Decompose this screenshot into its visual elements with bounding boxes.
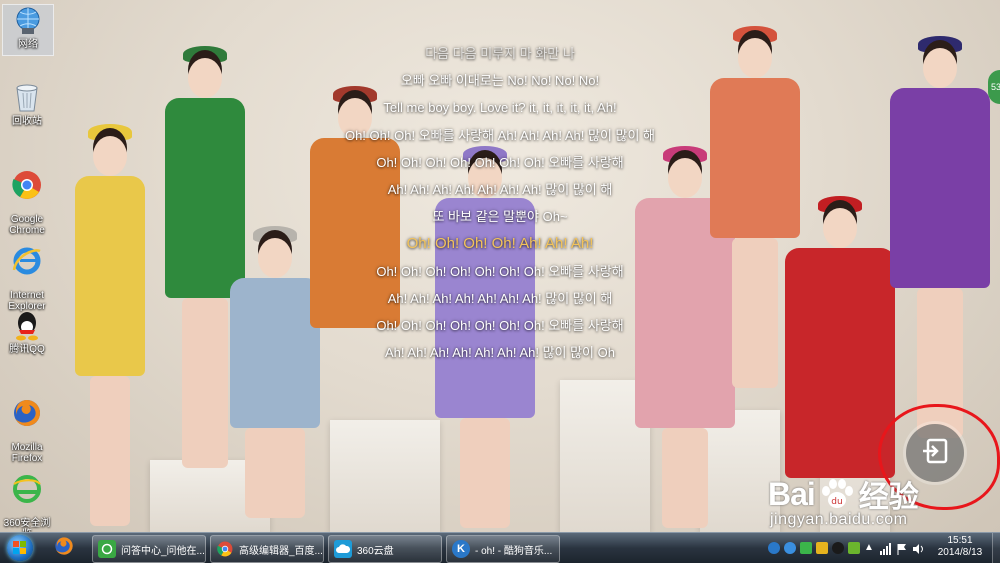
desktop-lyrics-panel[interactable]: 다음 다음 미루지 마 화만 나 오빠 오빠 이대로는 No! No! No! … [300,40,700,366]
tray-shield-icon[interactable] [816,542,828,554]
lyric-line: Ah! Ah! Ah! Ah! Ah! Ah! Ah! 많이 많이 해 [387,290,613,306]
svg-text:du: du [831,497,842,507]
desktop-icon-label: Internet Explorer [8,290,46,312]
clock-date: 2014/8/13 [937,547,983,558]
network-icon [12,5,44,37]
360-browser-icon [11,473,43,505]
baidu-paw-icon: du [817,478,857,510]
tray-nvidia-icon[interactable] [848,542,860,554]
desktop-icon-label: 腾讯QQ [9,344,45,355]
taskbar-item-360-cloud[interactable]: 360云盘 [328,535,442,563]
watermark-brand-right: 经验 [858,481,919,514]
baidu-jingyan-watermark: Bai du 经验 [768,474,919,515]
figure-violet [880,30,1000,450]
tray-kugou-icon[interactable] [768,542,780,554]
lyric-line: Ah! Ah! Ah! Ah! Ah! Ah! Ah! 많이 많이 해 [387,181,613,197]
system-tray: ▲ [768,533,928,563]
chrome-icon [11,169,43,201]
watermark-url: jingyan.baidu.com [770,511,908,528]
lyric-line: 오빠 오빠 이대로는 No! No! No! No! [400,73,600,89]
desktop-icon-qq[interactable]: 腾讯QQ [2,310,52,355]
desktop-icon-label: 网络 [18,39,38,50]
taskbar-item-label: 360云盘 [357,545,394,557]
tray-blue-icon[interactable] [784,542,796,554]
firefox-icon [11,397,43,429]
windows-logo-icon [7,535,33,561]
floating-accelerator-ball[interactable]: 53 [988,70,1000,104]
lyric-line: 다음 다음 미루지 마 화만 나 [425,46,575,61]
lyric-line: Oh! Oh! Oh! Oh! Oh! Oh! Oh! 오빠를 사랑해 [376,263,624,279]
chrome-icon [216,540,234,558]
tray-chevron-icon[interactable]: ▲ [864,542,876,554]
pinned-firefox[interactable] [44,535,84,561]
desktop-icon-label: Mozilla Firefox [11,442,43,464]
taskbar-item-chrome[interactable]: 高级编辑器_百度... [210,535,324,563]
tray-network-icon[interactable] [880,542,892,555]
taskbar-item-360-browser[interactable]: 问答中心_问他在... [92,535,206,563]
taskbar-item-label: 问答中心_问他在... [121,545,205,557]
tray-360-icon[interactable] [800,542,812,554]
lyric-line-current: Oh! Oh! Oh! Oh! Ah! Ah! Ah! [406,235,594,253]
taskbar-clock[interactable]: 15:51 2014/8/13 [932,535,988,559]
lyric-line: Tell me boy boy. Love it? it, it, it, it… [383,100,617,116]
desktop-icon-label: Google Chrome [9,214,45,236]
recycle-bin-icon [11,82,43,114]
desktop-icon-network[interactable]: 网络 [2,4,54,56]
lyric-line: Oh! Oh! Oh! Oh! Oh! Oh! Oh! 오빠를 사랑해 [376,317,624,333]
360-browser-icon [98,540,116,558]
firefox-icon [54,536,74,561]
kugou-icon: K [452,540,470,558]
taskbar: 问答中心_问他在... 高级编辑器_百度... 360云盘 K - oh! - … [0,532,1000,563]
lyric-line: Oh! Oh! Oh! 오빠를 사랑해 Ah! Ah! Ah! Ah! 많이 많… [344,127,656,143]
taskbar-item-label: - oh! - 酷狗音乐... [475,545,553,557]
desktop-icon-label: 回收站 [12,116,42,127]
exit-fullscreen-icon [920,436,950,471]
clock-time: 15:51 [947,535,973,546]
lyric-line: 또 바보 같은 말뿐야 Oh~ [432,209,568,225]
taskbar-item-label: 高级编辑器_百度... [239,545,323,557]
lyric-line: Oh! Oh! Oh! Oh! Oh! Oh! Oh! 오빠를 사랑해 [376,154,624,170]
qq-icon [11,310,43,342]
ie-icon [11,245,43,277]
tray-flag-icon[interactable] [896,542,908,555]
taskbar-item-kugou[interactable]: K - oh! - 酷狗音乐... [446,535,560,563]
desktop-icon-recycle-bin[interactable]: 回收站 [2,82,52,127]
tray-qq-icon[interactable] [832,542,844,554]
watermark-brand-left: Bai [768,475,816,512]
tray-volume-icon[interactable] [912,542,924,554]
show-desktop-button[interactable] [992,533,1000,563]
start-button[interactable] [2,533,38,563]
cloud-disk-icon [334,540,352,558]
lyric-line: Ah! Ah! Ah! Ah! Ah! Ah! Ah! 많이 많이 Oh [385,345,615,361]
